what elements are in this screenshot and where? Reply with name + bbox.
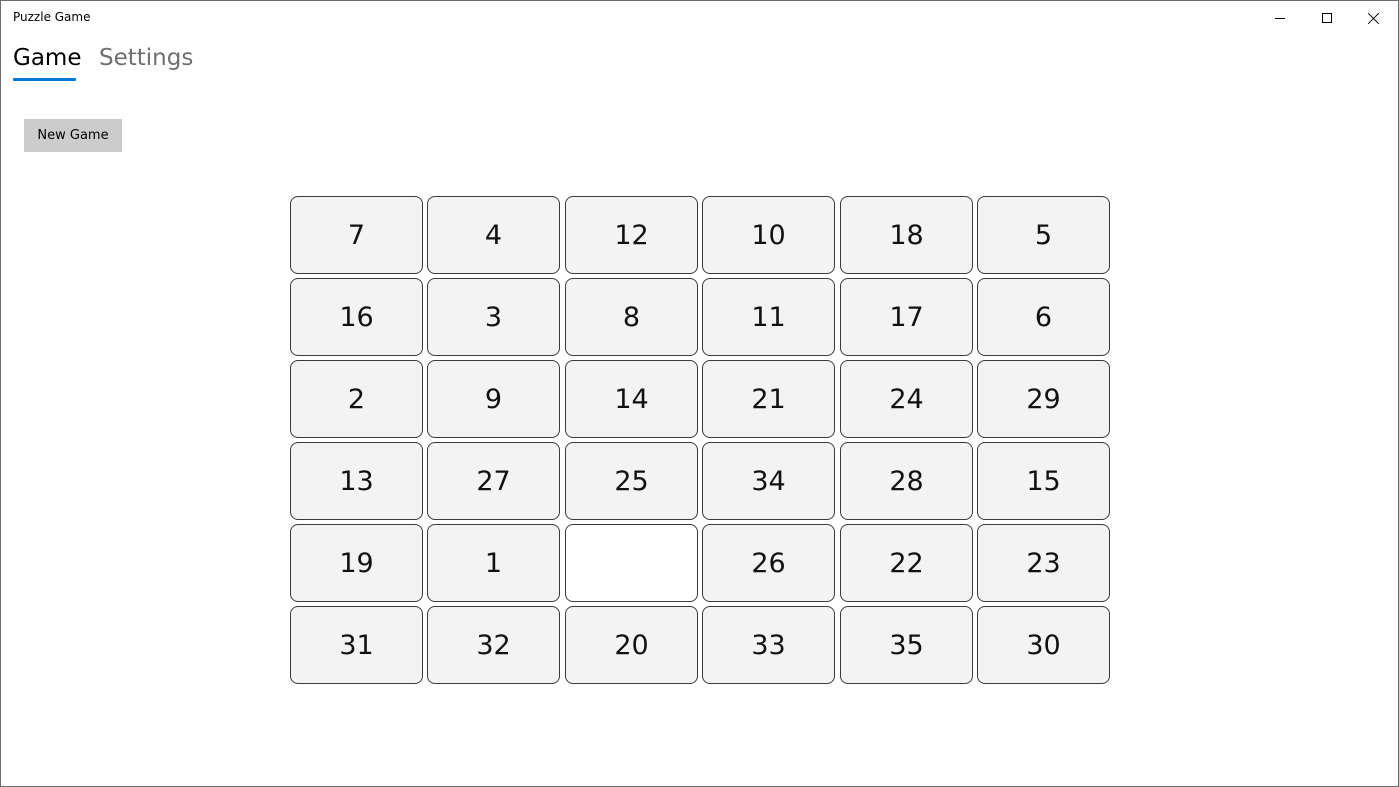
close-icon: [1368, 12, 1380, 24]
puzzle-tile[interactable]: 28: [840, 442, 973, 520]
tab-game[interactable]: Game: [13, 45, 81, 71]
minimize-button[interactable]: [1257, 1, 1303, 35]
minimize-icon: [1275, 17, 1285, 19]
puzzle-tile[interactable]: 6: [977, 278, 1110, 356]
puzzle-tile[interactable]: 15: [977, 442, 1110, 520]
puzzle-tile[interactable]: 1: [427, 524, 560, 602]
puzzle-tile[interactable]: 33: [702, 606, 835, 684]
puzzle-tile[interactable]: 5: [977, 196, 1110, 274]
puzzle-tile[interactable]: 34: [702, 442, 835, 520]
puzzle-tile[interactable]: 11: [702, 278, 835, 356]
puzzle-tile[interactable]: 22: [840, 524, 973, 602]
puzzle-tile[interactable]: 24: [840, 360, 973, 438]
puzzle-tile[interactable]: 35: [840, 606, 973, 684]
puzzle-tile[interactable]: 9: [427, 360, 560, 438]
puzzle-tile[interactable]: 14: [565, 360, 698, 438]
puzzle-tile[interactable]: 31: [290, 606, 423, 684]
puzzle-tile[interactable]: 4: [427, 196, 560, 274]
puzzle-tile[interactable]: 25: [565, 442, 698, 520]
app-window: Puzzle Game Game Settings New Game 7 4 12 1…: [0, 0, 1399, 787]
selected-tab-indicator: [13, 78, 76, 81]
puzzle-tile[interactable]: 23: [977, 524, 1110, 602]
close-button[interactable]: [1351, 1, 1397, 35]
window-title: Puzzle Game: [13, 10, 91, 24]
puzzle-tile[interactable]: 27: [427, 442, 560, 520]
puzzle-tile[interactable]: 18: [840, 196, 973, 274]
puzzle-tile[interactable]: 29: [977, 360, 1110, 438]
puzzle-tile[interactable]: 2: [290, 360, 423, 438]
puzzle-tile[interactable]: 7: [290, 196, 423, 274]
puzzle-tile[interactable]: 17: [840, 278, 973, 356]
new-game-button[interactable]: New Game: [24, 119, 122, 152]
puzzle-tile[interactable]: 8: [565, 278, 698, 356]
maximize-icon: [1322, 13, 1332, 23]
puzzle-tile[interactable]: 32: [427, 606, 560, 684]
puzzle-tile[interactable]: 12: [565, 196, 698, 274]
puzzle-tile[interactable]: 21: [702, 360, 835, 438]
puzzle-tile[interactable]: 3: [427, 278, 560, 356]
tab-settings[interactable]: Settings: [99, 45, 193, 71]
puzzle-tile[interactable]: 19: [290, 524, 423, 602]
puzzle-tile[interactable]: 16: [290, 278, 423, 356]
empty-tile-slot[interactable]: [565, 524, 698, 602]
puzzle-tile[interactable]: 10: [702, 196, 835, 274]
puzzle-tile[interactable]: 26: [702, 524, 835, 602]
maximize-button[interactable]: [1304, 1, 1350, 35]
puzzle-tile[interactable]: 20: [565, 606, 698, 684]
puzzle-tile[interactable]: 30: [977, 606, 1110, 684]
title-bar[interactable]: Puzzle Game: [1, 1, 1398, 35]
puzzle-tile[interactable]: 13: [290, 442, 423, 520]
